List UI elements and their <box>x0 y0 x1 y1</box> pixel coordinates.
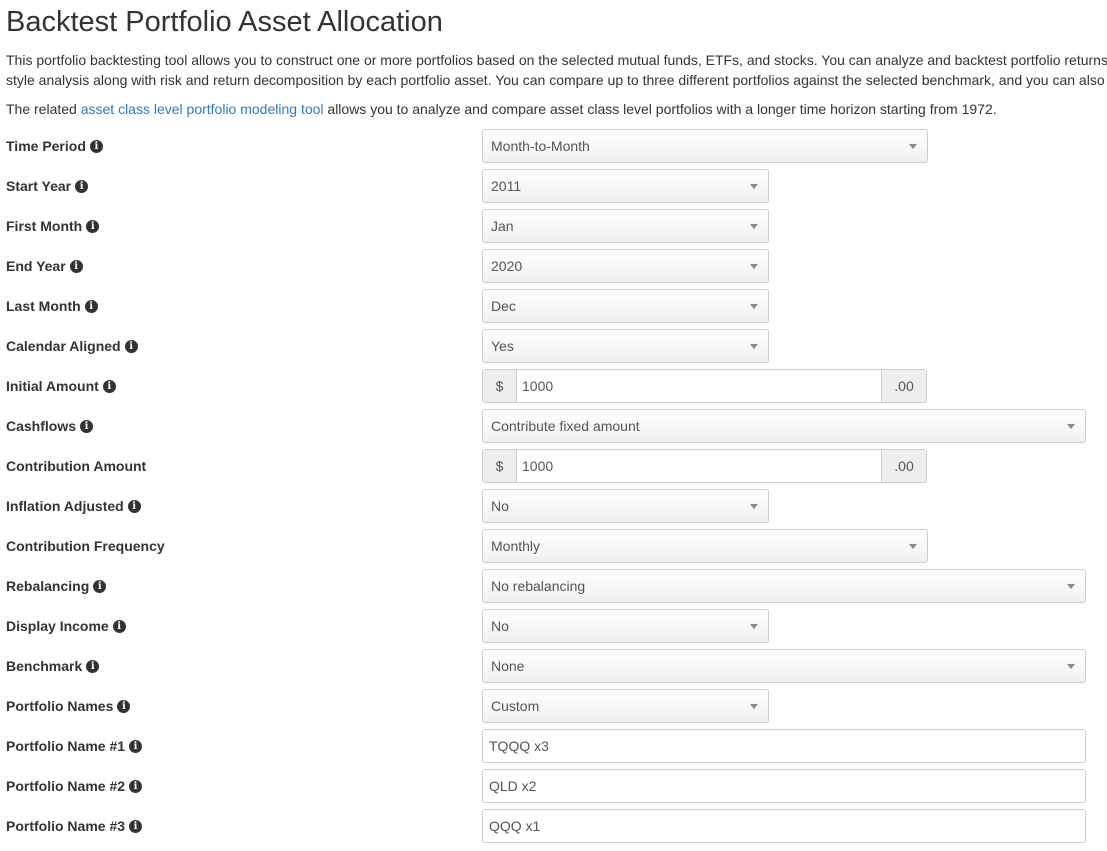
first-month-select[interactable]: Jan <box>482 209 769 243</box>
chevron-down-icon <box>750 504 758 509</box>
portfolio-name-1-input[interactable]: TQQQ x3 <box>482 729 1086 763</box>
info-circle-icon[interactable]: i <box>129 820 143 833</box>
chevron-down-icon <box>750 704 758 709</box>
info-circle-icon[interactable]: i <box>129 740 143 753</box>
contribution-amount-input[interactable]: 1000 <box>522 450 553 482</box>
first-month-row: First Month i Jan <box>0 209 1107 243</box>
cashflows-select[interactable]: Contribute fixed amount <box>482 409 1086 443</box>
chevron-down-icon <box>750 264 758 269</box>
start-year-label: Start Year i <box>6 169 89 203</box>
portfolio-name-2-label: Portfolio Name #2 i <box>6 769 143 803</box>
end-year-label: End Year i <box>6 249 83 283</box>
portfolio-name-2-row: Portfolio Name #2 i QLD x2 <box>0 769 1107 803</box>
inflation-adjusted-label: Inflation Adjusted i <box>6 489 141 523</box>
chevron-down-icon <box>750 624 758 629</box>
last-month-select[interactable]: Dec <box>482 289 769 323</box>
cents-addon: .00 <box>881 450 926 482</box>
info-circle-icon[interactable]: i <box>75 180 89 193</box>
portfolio-names-select[interactable]: Custom <box>482 689 769 723</box>
rebalancing-label: Rebalancing i <box>6 569 107 603</box>
asset-class-modeling-link[interactable]: asset class level portfolio modeling too… <box>81 101 324 117</box>
benchmark-select[interactable]: None <box>482 649 1086 683</box>
time-period-label: Time Period i <box>6 129 103 163</box>
calendar-aligned-label: Calendar Aligned i <box>6 329 138 363</box>
portfolio-names-row: Portfolio Names i Custom <box>0 689 1107 723</box>
benchmark-label: Benchmark i <box>6 649 100 683</box>
related-tool-paragraph: The related asset class level portfolio … <box>6 99 997 119</box>
portfolio-name-3-label: Portfolio Name #3 i <box>6 809 143 843</box>
intro-line-2: style analysis along with risk and retur… <box>6 72 1105 88</box>
portfolio-name-3-row: Portfolio Name #3 i QQQ x1 <box>0 809 1107 843</box>
end-year-row: End Year i 2020 <box>0 249 1107 283</box>
time-period-row: Time Period i Month-to-Month <box>0 129 1107 163</box>
initial-amount-label: Initial Amount i <box>6 369 116 403</box>
portfolio-name-3-input[interactable]: QQQ x1 <box>482 809 1086 843</box>
portfolio-names-label: Portfolio Names i <box>6 689 131 723</box>
benchmark-row: Benchmark i None <box>0 649 1107 683</box>
chevron-down-icon <box>750 224 758 229</box>
portfolio-name-1-label: Portfolio Name #1 i <box>6 729 143 763</box>
first-month-label: First Month i <box>6 209 100 243</box>
cashflows-row: Cashflows i Contribute fixed amount <box>0 409 1107 443</box>
display-income-row: Display Income i No <box>0 609 1107 643</box>
last-month-label: Last Month i <box>6 289 98 323</box>
initial-amount-row: Initial Amount i $ 1000 .00 <box>0 369 1107 403</box>
calendar-aligned-select[interactable]: Yes <box>482 329 769 363</box>
contribution-amount-label: Contribution Amount <box>6 458 147 474</box>
cents-addon: .00 <box>881 370 926 402</box>
chevron-down-icon <box>750 344 758 349</box>
last-month-row: Last Month i Dec <box>0 289 1107 323</box>
rebalancing-row: Rebalancing i No rebalancing <box>0 569 1107 603</box>
portfolio-name-2-input[interactable]: QLD x2 <box>482 769 1086 803</box>
info-circle-icon[interactable]: i <box>69 260 83 273</box>
info-circle-icon[interactable]: i <box>129 780 143 793</box>
info-circle-icon[interactable]: i <box>89 140 103 153</box>
portfolio-name-1-row: Portfolio Name #1 i TQQQ x3 <box>0 729 1107 763</box>
contribution-amount-row: Contribution Amount $ 1000 .00 <box>0 449 1107 483</box>
info-circle-icon[interactable]: i <box>117 700 131 713</box>
end-year-select[interactable]: 2020 <box>482 249 769 283</box>
cashflows-label: Cashflows i <box>6 409 94 443</box>
related-suffix: allows you to analyze and compare asset … <box>323 101 997 117</box>
info-circle-icon[interactable]: i <box>84 300 98 313</box>
contribution-frequency-select[interactable]: Monthly <box>482 529 928 563</box>
start-year-row: Start Year i 2011 <box>0 169 1107 203</box>
dollar-addon: $ <box>483 450 517 482</box>
chevron-down-icon <box>909 544 917 549</box>
related-prefix: The related <box>6 101 81 117</box>
chevron-down-icon <box>1067 584 1075 589</box>
info-circle-icon[interactable]: i <box>127 500 141 513</box>
initial-amount-group: $ 1000 .00 <box>482 369 927 403</box>
chevron-down-icon <box>1067 424 1075 429</box>
intro-paragraph: This portfolio backtesting tool allows y… <box>6 50 1107 90</box>
calendar-aligned-row: Calendar Aligned i Yes <box>0 329 1107 363</box>
dollar-addon: $ <box>483 370 517 402</box>
contribution-frequency-label: Contribution Frequency <box>6 538 165 554</box>
rebalancing-select[interactable]: No rebalancing <box>482 569 1086 603</box>
chevron-down-icon <box>750 184 758 189</box>
page-title: Backtest Portfolio Asset Allocation <box>6 6 443 38</box>
chevron-down-icon <box>1067 664 1075 669</box>
chevron-down-icon <box>750 304 758 309</box>
contribution-amount-group: $ 1000 .00 <box>482 449 927 483</box>
info-circle-icon[interactable]: i <box>93 580 107 593</box>
info-circle-icon[interactable]: i <box>86 220 100 233</box>
intro-line-1: This portfolio backtesting tool allows y… <box>6 52 1107 68</box>
info-circle-icon[interactable]: i <box>86 660 100 673</box>
contribution-frequency-row: Contribution Frequency Monthly <box>0 529 1107 563</box>
info-circle-icon[interactable]: i <box>112 620 126 633</box>
chevron-down-icon <box>909 144 917 149</box>
inflation-adjusted-select[interactable]: No <box>482 489 769 523</box>
info-circle-icon[interactable]: i <box>80 420 94 433</box>
display-income-select[interactable]: No <box>482 609 769 643</box>
time-period-select[interactable]: Month-to-Month <box>482 129 928 163</box>
info-circle-icon[interactable]: i <box>102 380 116 393</box>
initial-amount-input[interactable]: 1000 <box>522 370 553 402</box>
start-year-select[interactable]: 2011 <box>482 169 769 203</box>
inflation-adjusted-row: Inflation Adjusted i No <box>0 489 1107 523</box>
display-income-label: Display Income i <box>6 609 126 643</box>
info-circle-icon[interactable]: i <box>124 340 138 353</box>
